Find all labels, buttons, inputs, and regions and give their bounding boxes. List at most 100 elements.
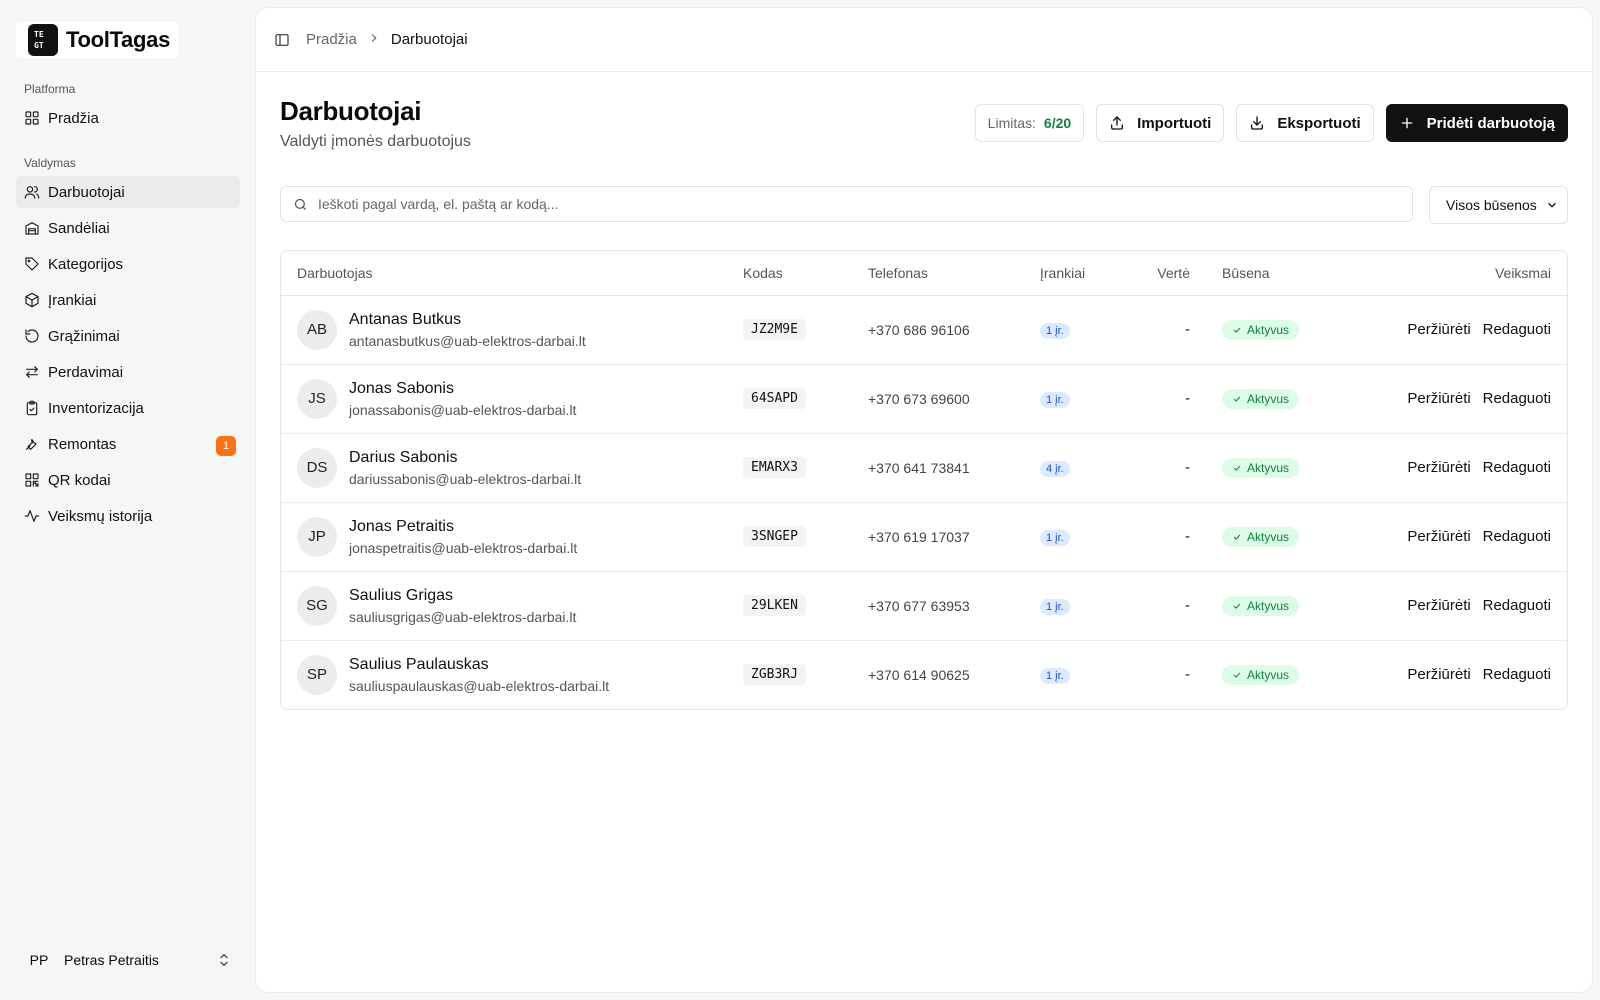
table-row[interactable]: DS Darius Sabonis dariussabonis@uab-elek… — [281, 433, 1567, 503]
employee-code: 3SNGEP — [743, 526, 806, 547]
breadcrumb-current: Darbuotojai — [390, 31, 468, 48]
employee-email: antanasbutkus@uab-elektros-darbai.lt — [349, 332, 586, 349]
employee-avatar: AB — [297, 309, 337, 350]
sidebar: TE GT ToolTagas Platforma Pradžia Valdym… — [0, 0, 256, 1000]
employee-name: Jonas Sabonis — [349, 379, 454, 397]
view-link[interactable]: Peržiūrėti — [1407, 459, 1470, 476]
upload-icon — [1111, 116, 1124, 130]
edit-link[interactable]: Redaguoti — [1483, 528, 1551, 545]
employee-name: Darius Sabonis — [349, 448, 458, 466]
header-employee[interactable]: Darbuotojas — [281, 251, 727, 296]
status-text: Aktyvus — [1247, 598, 1290, 613]
table-row[interactable]: AB Antanas Butkus antanasbutkus@uab-elek… — [281, 295, 1567, 365]
employee-value: - — [1124, 364, 1206, 434]
user-avatar: PP — [29, 952, 49, 968]
status-filter-select[interactable]: Visos būsenos — [1429, 186, 1568, 224]
header-tools[interactable]: Įrankiai — [1024, 251, 1124, 296]
header-status[interactable]: Būsena — [1206, 251, 1356, 296]
tools-count-badge: 1 įr. — [1040, 322, 1070, 339]
table-row[interactable]: JP Jonas Petraitis jonaspetraitis@uab-el… — [281, 502, 1567, 572]
page-title: Darbuotojai — [280, 96, 422, 126]
limit-indicator: Limitas: 6/20 — [974, 104, 1085, 142]
status-badge: Aktyvus — [1222, 319, 1300, 340]
header-value[interactable]: Vertė — [1124, 251, 1206, 296]
user-menu[interactable]: PP Petras Petraitis — [16, 938, 240, 982]
limit-value: 6/20 — [1043, 115, 1072, 131]
sidebar-item-repairs[interactable]: Remontas 1 — [16, 428, 240, 460]
employee-name: Saulius Grigas — [349, 586, 454, 604]
sidebar-item-home[interactable]: Pradžia — [16, 102, 240, 134]
table-body: AB Antanas Butkus antanasbutkus@uab-elek… — [281, 295, 1567, 709]
search-input[interactable] — [318, 196, 1400, 212]
search-icon — [294, 198, 306, 210]
sidebar-item-inventory[interactable]: Inventorizacija — [16, 392, 240, 424]
box-icon — [25, 292, 39, 308]
edit-link[interactable]: Redaguoti — [1483, 459, 1551, 476]
sidebar-item-employees[interactable]: Darbuotojai — [16, 176, 240, 208]
sidebar-item-label: Pradžia — [48, 109, 99, 127]
status-text: Aktyvus — [1247, 667, 1290, 682]
sidebar-item-warehouses[interactable]: Sandėliai — [16, 212, 240, 244]
header-code[interactable]: Kodas — [727, 251, 852, 296]
employee-code: JZ2M9E — [743, 319, 806, 340]
employee-cell: AB Antanas Butkus antanasbutkus@uab-elek… — [297, 309, 711, 350]
check-icon — [1233, 396, 1241, 402]
import-button[interactable]: Importuoti — [1096, 104, 1225, 142]
return-icon — [25, 329, 39, 343]
edit-link[interactable]: Redaguoti — [1483, 666, 1551, 683]
warehouse-icon — [25, 222, 39, 235]
table-row[interactable]: SG Saulius Grigas sauliusgrigas@uab-elek… — [281, 571, 1567, 641]
view-link[interactable]: Peržiūrėti — [1407, 321, 1470, 338]
breadcrumb-home[interactable]: Pradžia — [306, 31, 357, 48]
sidebar-item-label: Remontas — [48, 435, 117, 453]
table-row[interactable]: SP Saulius Paulauskas sauliuspaulauskas@… — [281, 640, 1567, 709]
import-label: Importuoti — [1137, 114, 1212, 132]
employee-phone: +370 673 69600 — [868, 390, 970, 407]
sidebar-item-transfers[interactable]: Perdavimai — [16, 356, 240, 388]
brand[interactable]: TE GT ToolTagas — [16, 22, 178, 58]
sidebar-item-qr-codes[interactable]: QR kodai — [16, 464, 240, 496]
page-content: Darbuotojai Valdyti įmonės darbuotojus L… — [256, 72, 1592, 710]
employee-name: Saulius Paulauskas — [349, 655, 489, 673]
sidebar-item-tools[interactable]: Įrankiai — [16, 284, 240, 316]
page-subtitle: Valdyti įmonės darbuotojus — [280, 133, 471, 150]
sidebar-item-returns[interactable]: Grąžinimai — [16, 320, 240, 352]
header-actions: Veiksmai — [1356, 251, 1567, 296]
sidebar-toggle-icon[interactable] — [274, 32, 290, 48]
view-link[interactable]: Peržiūrėti — [1407, 528, 1470, 545]
breadcrumb: Pradžia Darbuotojai — [306, 31, 468, 48]
sidebar-item-activity-history[interactable]: Veiksmų istorija — [16, 500, 240, 532]
main-panel: Pradžia Darbuotojai Darbuotojai Valdyti … — [256, 8, 1592, 992]
employee-code: 64SAPD — [743, 388, 806, 409]
user-name: Petras Petraitis — [64, 952, 159, 968]
status-text: Aktyvus — [1247, 460, 1290, 475]
view-link[interactable]: Peržiūrėti — [1407, 390, 1470, 407]
sidebar-item-categories[interactable]: Kategorijos — [16, 248, 240, 280]
table-row[interactable]: JS Jonas Sabonis jonassabonis@uab-elektr… — [281, 364, 1567, 434]
tools-count-badge: 1 įr. — [1040, 529, 1070, 546]
edit-link[interactable]: Redaguoti — [1483, 390, 1551, 407]
status-text: Aktyvus — [1247, 529, 1290, 544]
download-icon — [1251, 116, 1264, 130]
status-text: Aktyvus — [1247, 322, 1290, 337]
activity-icon — [24, 510, 40, 522]
export-button[interactable]: Eksportuoti — [1236, 104, 1374, 142]
clipboard-icon — [26, 400, 38, 416]
employee-name: Antanas Butkus — [349, 310, 462, 328]
tools-count-badge: 1 įr. — [1040, 391, 1070, 408]
tools-count-badge: 1 įr. — [1040, 667, 1070, 684]
view-link[interactable]: Peržiūrėti — [1407, 666, 1470, 683]
employee-email: dariussabonis@uab-elektros-darbai.lt — [349, 470, 582, 487]
topbar: Pradžia Darbuotojai — [256, 8, 1592, 72]
edit-link[interactable]: Redaguoti — [1483, 597, 1551, 614]
sidebar-item-label: Perdavimai — [48, 363, 124, 381]
view-link[interactable]: Peržiūrėti — [1407, 597, 1470, 614]
edit-link[interactable]: Redaguoti — [1483, 321, 1551, 338]
check-icon — [1233, 603, 1241, 609]
employee-cell: SP Saulius Paulauskas sauliuspaulauskas@… — [297, 654, 711, 695]
add-employee-button[interactable]: Pridėti darbuotoją — [1385, 104, 1568, 142]
brand-logo: TE GT — [28, 24, 58, 56]
filters: Visos būsenos — [280, 186, 1568, 224]
header-phone[interactable]: Telefonas — [852, 251, 1024, 296]
grid-icon — [25, 111, 39, 125]
